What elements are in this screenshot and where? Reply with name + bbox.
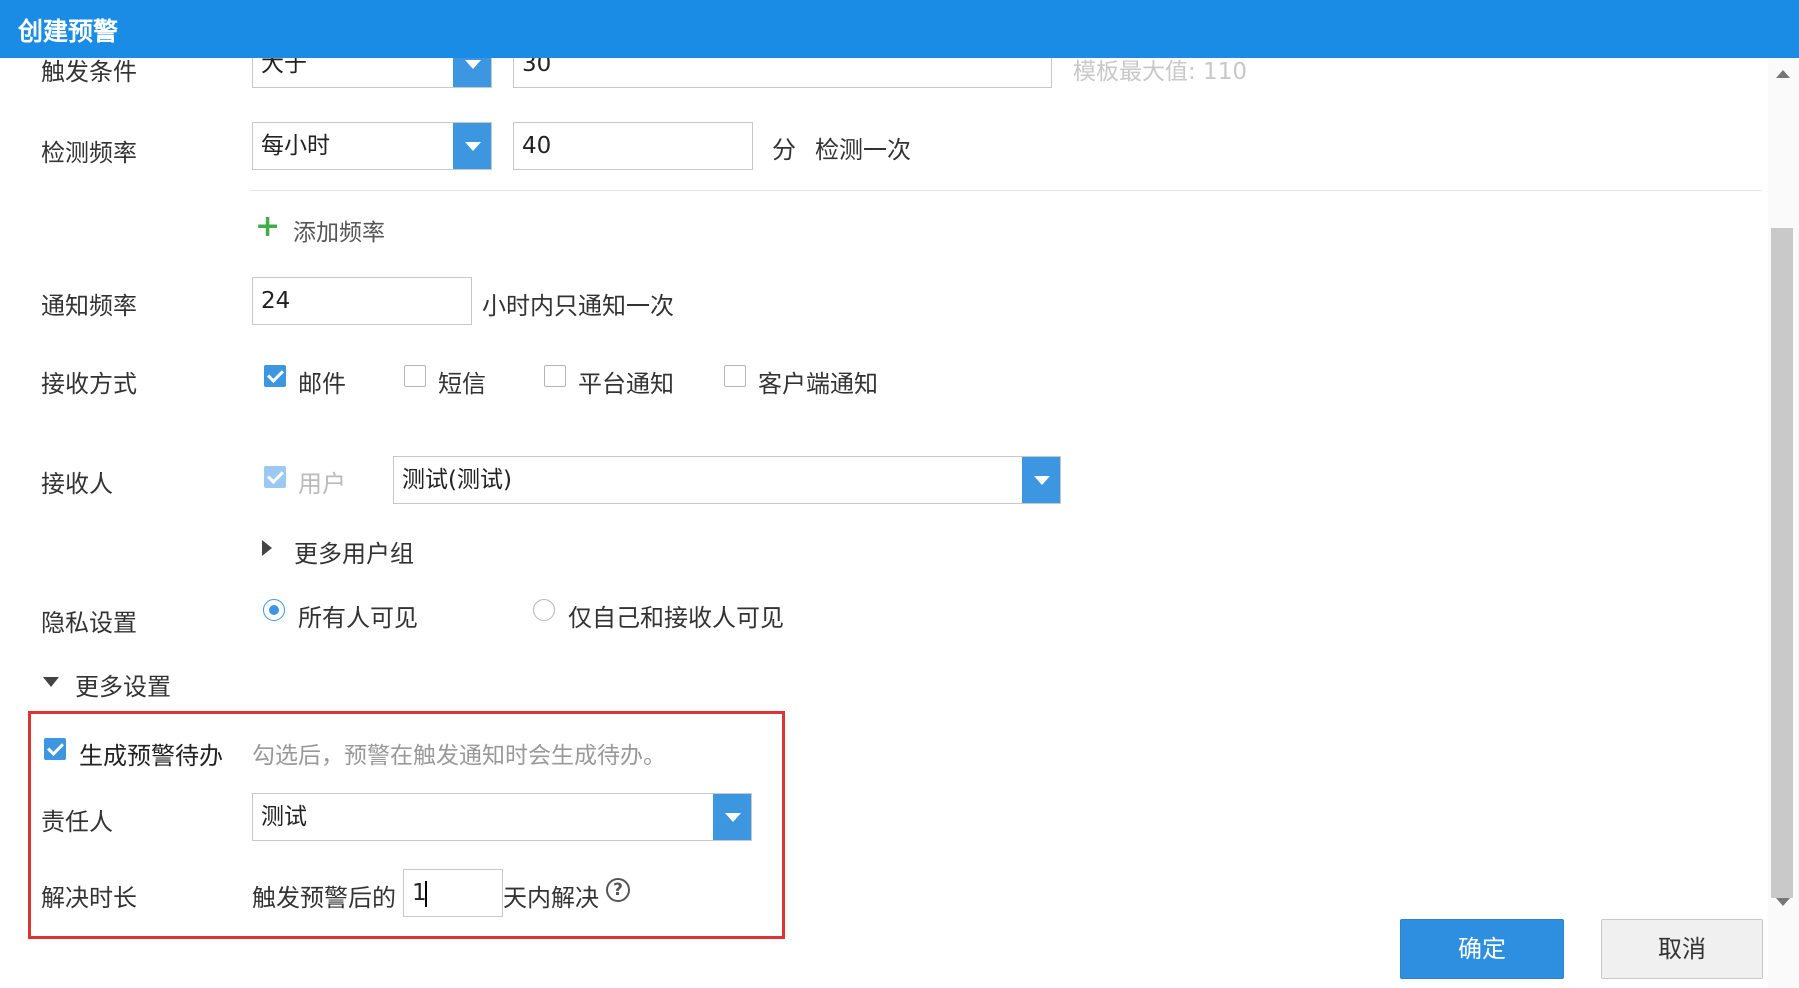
detect-suffix: 检测一次 <box>815 136 911 164</box>
client-notify-checkbox[interactable] <box>724 365 746 387</box>
privacy-self-label: 仅自己和接收人可见 <box>568 604 784 632</box>
scroll-up-icon[interactable] <box>1776 70 1790 78</box>
platform-notify-label: 平台通知 <box>578 370 674 398</box>
dialog-title: 创建预警 <box>18 17 119 46</box>
receive-method-label: 接收方式 <box>41 370 137 398</box>
trigger-max-hint: 模板最大值: 110 <box>1073 59 1247 85</box>
caret-down-icon <box>43 677 59 687</box>
add-frequency-label: 添加频率 <box>293 220 385 246</box>
cancel-button[interactable]: 取消 <box>1601 919 1763 979</box>
sms-checkbox[interactable] <box>404 365 426 387</box>
highlight-box <box>28 711 785 939</box>
chevron-down-icon[interactable] <box>453 58 491 87</box>
more-settings-label: 更多设置 <box>75 673 171 701</box>
detect-period-value: 每小时 <box>261 133 330 159</box>
email-label: 邮件 <box>298 370 346 398</box>
receiver-user-select[interactable]: 测试(测试) <box>393 456 1061 504</box>
notify-suffix: 小时内只通知一次 <box>482 292 674 320</box>
confirm-button[interactable]: 确定 <box>1400 919 1564 979</box>
detect-period-select[interactable]: 每小时 <box>252 122 492 170</box>
dialog-body: 触发条件 大于 30 模板最大值: 110 检测频率 每小时 40 分 检测一次… <box>0 58 1768 988</box>
divider <box>250 190 1762 191</box>
receiver-label: 接收人 <box>41 470 113 498</box>
user-checkbox <box>264 466 286 488</box>
dialog-title-bar: 创建预警 <box>0 0 1799 58</box>
privacy-self-radio[interactable] <box>533 599 555 621</box>
trigger-value-input[interactable]: 30 <box>513 58 1052 88</box>
platform-notify-checkbox[interactable] <box>544 365 566 387</box>
email-checkbox[interactable] <box>264 365 286 387</box>
sms-label: 短信 <box>438 370 486 398</box>
chevron-down-icon[interactable] <box>1022 457 1060 503</box>
caret-right-icon <box>262 540 272 556</box>
vertical-scrollbar[interactable] <box>1768 58 1799 988</box>
scroll-down-icon[interactable] <box>1776 898 1790 906</box>
detect-minutes-input[interactable]: 40 <box>513 122 753 170</box>
trigger-operator-value: 大于 <box>261 58 307 77</box>
trigger-operator-select[interactable]: 大于 <box>252 58 492 88</box>
more-user-groups-label: 更多用户组 <box>294 540 414 568</box>
trigger-label: 触发条件 <box>41 58 137 86</box>
plus-icon: + <box>255 209 281 244</box>
client-notify-label: 客户端通知 <box>758 370 878 398</box>
privacy-label: 隐私设置 <box>41 609 137 637</box>
notify-freq-label: 通知频率 <box>41 292 137 320</box>
detect-freq-label: 检测频率 <box>41 139 137 167</box>
chevron-down-icon[interactable] <box>453 123 491 169</box>
privacy-all-label: 所有人可见 <box>298 604 418 632</box>
notify-hours-input[interactable]: 24 <box>252 277 472 325</box>
detect-unit: 分 <box>772 136 796 164</box>
privacy-all-radio[interactable] <box>263 599 285 621</box>
receiver-user-value: 测试(测试) <box>402 467 512 493</box>
scrollbar-thumb[interactable] <box>1771 228 1793 898</box>
user-label: 用户 <box>298 470 346 498</box>
